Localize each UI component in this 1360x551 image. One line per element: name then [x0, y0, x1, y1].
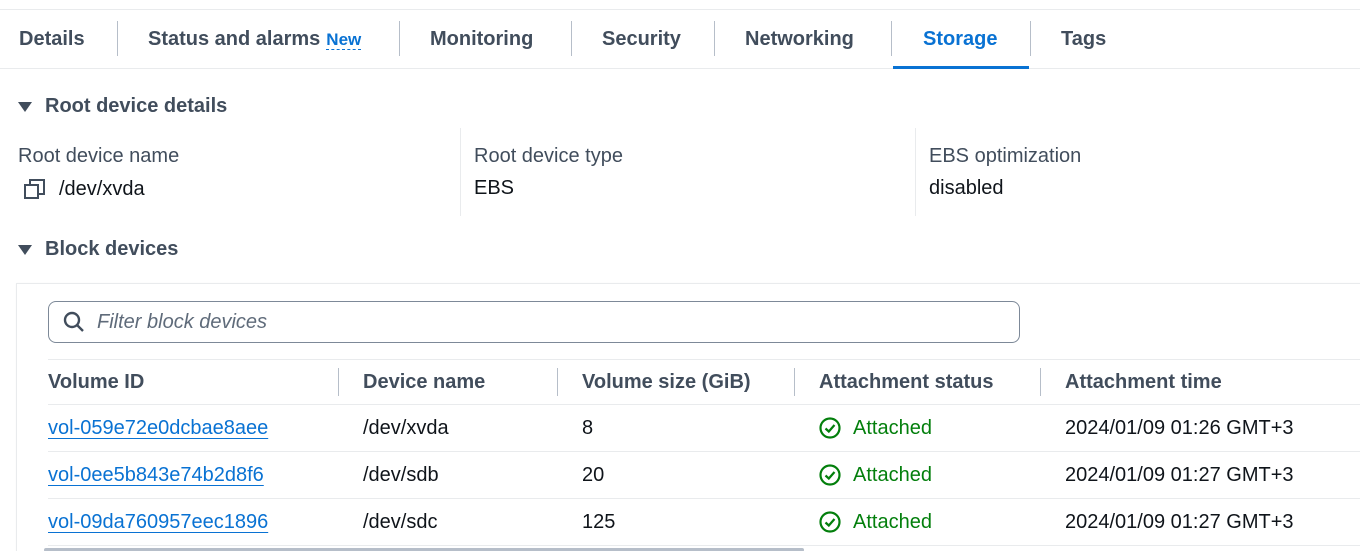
attachment-status-text: Attached	[853, 510, 932, 533]
attachment-time-cell: 2024/01/09 01:26 GMT+3	[1065, 416, 1294, 439]
new-badge[interactable]: New	[326, 28, 362, 50]
tab-status-and-alarms[interactable]: Status and alarms New	[148, 10, 362, 68]
search-icon	[63, 311, 85, 333]
tab-separator	[714, 21, 715, 56]
column-resizer[interactable]	[1040, 368, 1041, 396]
tab-label: Security	[602, 27, 681, 50]
tab-bar: Details Status and alarms New Monitoring …	[0, 9, 1360, 69]
tab-label: Tags	[1061, 27, 1107, 50]
attachment-status-cell: Attached	[819, 452, 932, 498]
ebs-optimization-field: EBS optimization disabled	[929, 128, 1349, 216]
root-device-name-label: Root device name	[18, 145, 180, 167]
volume-size-cell: 8	[582, 416, 594, 439]
table-row: vol-0ee5b843e74b2d8f6 /dev/sdb 20 Attach…	[48, 452, 1360, 499]
volume-id-link[interactable]: vol-0ee5b843e74b2d8f6	[48, 452, 264, 498]
column-divider	[460, 128, 461, 216]
column-divider	[915, 128, 916, 216]
tab-label: Storage	[923, 27, 998, 50]
root-device-name-value-group: /dev/xvda	[18, 177, 145, 201]
root-device-details-toggle[interactable]: Root device details	[18, 95, 227, 118]
check-circle-icon	[819, 417, 841, 439]
caret-down-icon	[18, 244, 32, 255]
attachment-status-cell: Attached	[819, 499, 932, 545]
volume-size-cell: 20	[582, 463, 605, 486]
volume-size-cell: 125	[582, 510, 616, 533]
volume-id-link[interactable]: vol-09da760957eec1896	[48, 499, 268, 545]
column-header-attachment-time[interactable]: Attachment time	[1065, 360, 1222, 404]
column-resizer[interactable]	[338, 368, 339, 396]
block-devices-toggle[interactable]: Block devices	[18, 238, 178, 261]
column-header-volume-id[interactable]: Volume ID	[48, 360, 144, 404]
tab-label: Status and alarms	[148, 27, 321, 50]
attachment-status-text: Attached	[853, 463, 932, 486]
tab-separator	[399, 21, 400, 56]
root-device-type-label: Root device type	[474, 145, 623, 167]
tab-networking[interactable]: Networking	[745, 10, 854, 68]
table-header: Volume ID Device name Volume size (GiB) …	[48, 359, 1360, 405]
device-name-cell: /dev/sdc	[363, 510, 438, 533]
tab-label: Monitoring	[430, 27, 534, 50]
volume-id-link[interactable]: vol-059e72e0dcbae8aee	[48, 405, 268, 451]
section-title: Block devices	[45, 238, 179, 260]
table-row: vol-059e72e0dcbae8aee /dev/xvda 8 Attach…	[48, 405, 1360, 452]
tab-separator	[571, 21, 572, 56]
ebs-optimization-label: EBS optimization	[929, 145, 1082, 167]
table-row: vol-09da760957eec1896 /dev/sdc 125 Attac…	[48, 499, 1360, 546]
root-device-name-field: Root device name /dev/xvda	[18, 128, 458, 216]
attachment-time-cell: 2024/01/09 01:27 GMT+3	[1065, 510, 1294, 533]
column-header-device-name[interactable]: Device name	[363, 360, 485, 404]
root-device-name-value: /dev/xvda	[59, 177, 145, 200]
tab-label: Details	[19, 27, 85, 50]
device-name-cell: /dev/xvda	[363, 416, 449, 439]
tab-separator	[117, 21, 118, 56]
copy-icon[interactable]	[23, 177, 47, 201]
tab-separator	[1030, 21, 1031, 56]
ebs-optimization-value: disabled	[929, 177, 1004, 199]
root-device-type-field: Root device type EBS	[474, 128, 904, 216]
tab-security[interactable]: Security	[602, 10, 681, 68]
check-circle-icon	[819, 511, 841, 533]
block-devices-table: Volume ID Device name Volume size (GiB) …	[16, 283, 1360, 551]
section-title: Root device details	[45, 95, 228, 117]
column-header-attachment-status[interactable]: Attachment status	[819, 360, 993, 404]
tab-storage[interactable]: Storage	[923, 10, 997, 68]
device-name-cell: /dev/sdb	[363, 463, 439, 486]
tab-details[interactable]: Details	[19, 10, 85, 68]
attachment-status-text: Attached	[853, 416, 932, 439]
column-resizer[interactable]	[794, 368, 795, 396]
filter-block-devices[interactable]	[48, 301, 1020, 343]
caret-down-icon	[18, 101, 32, 112]
tab-label: Networking	[745, 27, 854, 50]
filter-input[interactable]	[97, 310, 997, 334]
check-circle-icon	[819, 464, 841, 486]
column-resizer[interactable]	[557, 368, 558, 396]
root-device-type-value: EBS	[474, 177, 515, 199]
attachment-status-cell: Attached	[819, 405, 932, 451]
column-header-volume-size[interactable]: Volume size (GiB)	[582, 360, 751, 404]
tab-separator	[891, 21, 892, 56]
active-tab-indicator	[893, 66, 1029, 69]
tab-monitoring[interactable]: Monitoring	[430, 10, 533, 68]
attachment-time-cell: 2024/01/09 01:27 GMT+3	[1065, 463, 1294, 486]
tab-tags[interactable]: Tags	[1061, 10, 1106, 68]
